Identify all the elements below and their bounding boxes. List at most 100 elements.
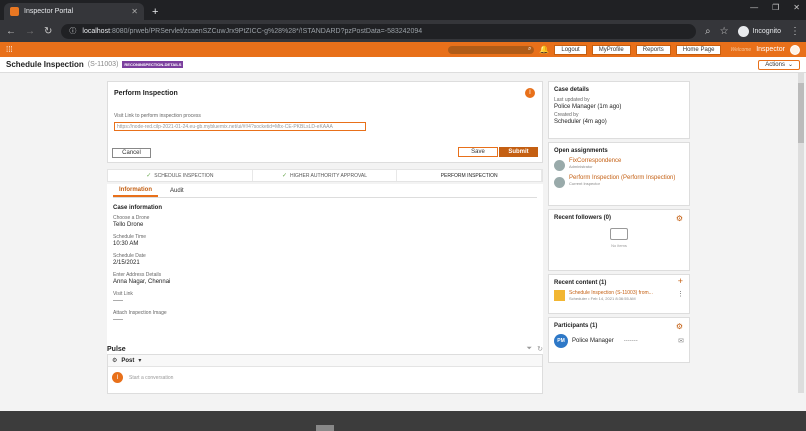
- scrollbar[interactable]: [798, 73, 804, 393]
- participant-role: -------: [623, 338, 638, 344]
- cancel-button[interactable]: Cancel: [112, 148, 151, 158]
- taskbar: [0, 411, 806, 431]
- stage-higher-authority-approval: ✓ HIGHER AUTHORITY APPROVAL: [253, 170, 398, 181]
- incognito-label: Incognito: [752, 27, 781, 35]
- search-input[interactable]: ⌕: [448, 45, 535, 54]
- followers-title: Recent followers (0): [554, 215, 612, 221]
- check-icon: ✓: [146, 173, 152, 179]
- gear-icon[interactable]: ⚙: [676, 322, 683, 331]
- case-header: Schedule Inspection (S-11003) RECONINSPE…: [0, 57, 806, 73]
- assignment-icon: [554, 177, 565, 188]
- close-tab-icon[interactable]: ✕: [131, 7, 138, 16]
- assignment-role: Current Inspector: [569, 181, 600, 186]
- home-page-button[interactable]: Home Page: [675, 44, 722, 55]
- add-icon[interactable]: +: [678, 276, 683, 286]
- assignment-role: Administrator: [569, 164, 593, 169]
- pulse-header: Pulse ⏷ ↻: [107, 345, 543, 353]
- tab-bar: Information Audit: [113, 184, 537, 198]
- refresh-icon[interactable]: ↻: [537, 345, 543, 353]
- save-button[interactable]: Save: [458, 147, 498, 157]
- user-avatar[interactable]: [790, 44, 800, 55]
- incognito-icon: [737, 25, 749, 37]
- field-value: Anna Nagar, Chennai: [113, 279, 171, 285]
- mail-icon[interactable]: ✉: [678, 337, 684, 345]
- close-window-icon[interactable]: ✕: [793, 3, 800, 12]
- updated-value: Police Manager (1m ago): [554, 104, 622, 110]
- forward-icon[interactable]: →: [25, 26, 35, 37]
- case-details-panel: Case details Last updated by Police Mana…: [548, 81, 690, 139]
- scrollbar-thumb[interactable]: [798, 83, 804, 143]
- welcome-text: Welcome: [730, 46, 752, 53]
- assignments-title: Open assignments: [554, 148, 608, 154]
- field-label: Choose a Drone: [113, 215, 150, 221]
- actions-button[interactable]: Actions ⌄: [758, 59, 800, 70]
- field-value: -----: [113, 298, 123, 304]
- star-icon[interactable]: ☆: [720, 26, 729, 37]
- reload-icon[interactable]: ↻: [44, 26, 52, 37]
- inbox-icon: [610, 228, 628, 240]
- maximize-icon[interactable]: ❐: [772, 3, 779, 12]
- user-name[interactable]: Inspector: [756, 46, 785, 53]
- field-value: 2/15/2021: [113, 260, 140, 266]
- assignment-icon: [554, 160, 565, 171]
- field-value: 10:30 AM: [113, 241, 139, 247]
- case-info-heading: Case information: [113, 205, 163, 211]
- assignee-avatar[interactable]: I: [525, 88, 535, 98]
- case-content: Information Audit Case information Choos…: [107, 184, 543, 358]
- stage-label: SCHEDULE INSPECTION: [154, 172, 214, 179]
- app-menu-icon[interactable]: ⁞⁞⁞: [6, 45, 13, 54]
- url-field[interactable]: ⓘ localhost:8080/prweb/PRServlet/zcaenSZ…: [61, 23, 696, 39]
- post-dropdown[interactable]: Post: [121, 358, 134, 364]
- participants-title: Participants (1): [554, 323, 598, 329]
- new-tab-button[interactable]: +: [152, 6, 158, 18]
- visit-link-label: Visit Link to perform inspection process: [114, 113, 201, 119]
- field-label: Attach Inspection Image: [113, 310, 167, 316]
- assignment-item[interactable]: Perform Inspection (Perform Inspection) C…: [554, 175, 684, 188]
- field-label: Enter Address Details: [113, 272, 162, 278]
- taskbar-item[interactable]: [316, 425, 334, 431]
- tab-information[interactable]: Information: [113, 187, 158, 197]
- more-icon[interactable]: ⋮: [677, 290, 684, 301]
- visit-link-field: Visit Link to perform inspection process…: [114, 113, 536, 131]
- assignment-item[interactable]: FixCorrespondence Administrator: [554, 158, 684, 171]
- menu-icon[interactable]: ⋮: [790, 26, 800, 37]
- bell-icon[interactable]: 🔔: [539, 45, 549, 54]
- gear-icon[interactable]: ⚙: [676, 214, 683, 223]
- conversation-input[interactable]: Start a conversation: [129, 375, 173, 381]
- search-icon: ⌕: [528, 46, 532, 52]
- case-details-title: Case details: [554, 87, 590, 93]
- tab-audit[interactable]: Audit: [170, 188, 184, 197]
- tab-title: Inspector Portal: [24, 8, 74, 15]
- url-host: localhost: [82, 27, 111, 35]
- field-value: Tello Drone: [113, 222, 144, 228]
- window-controls: — ❐ ✕: [750, 3, 800, 12]
- created-label: Created by: [554, 112, 579, 118]
- app-header: ⁞⁞⁞ ⌕ 🔔 Logout MyProfile Reports Home Pa…: [0, 42, 806, 57]
- submit-button[interactable]: Submit: [499, 147, 538, 157]
- field-label: Schedule Date: [113, 253, 146, 259]
- filter-icon[interactable]: ⏷: [527, 345, 533, 353]
- minimize-icon[interactable]: —: [750, 3, 758, 12]
- recent-item-meta: Scheduler • Feb 14, 2021 8:36:55 AM: [569, 296, 636, 301]
- recent-content-item[interactable]: Schedule Inspection (S-11003) from... Sch…: [554, 290, 684, 301]
- visit-link-input[interactable]: https://node-red.cilp-2021-01-24.eu-gb.m…: [114, 122, 366, 131]
- actions-label: Actions: [765, 61, 785, 68]
- url-path: :8080/prweb/PRServlet/zcaenSZCuwJrx9PtZI…: [110, 27, 423, 35]
- participants-panel: Participants (1) ⚙ PM Police Manager ---…: [548, 317, 690, 363]
- participant-name: Police Manager: [572, 338, 614, 344]
- status-badge: RECONINSPECTION-DETAILS: [122, 61, 184, 68]
- address-bar: ← → ↻ ⓘ localhost:8080/prweb/PRServlet/z…: [0, 20, 806, 42]
- settings-icon[interactable]: ⚙: [112, 357, 117, 364]
- perform-inspection-card: Perform Inspection I Visit Link to perfo…: [107, 81, 543, 163]
- search-icon[interactable]: ⌕: [705, 26, 711, 37]
- browser-tab[interactable]: Inspector Portal ✕: [4, 3, 144, 20]
- info-icon[interactable]: ⓘ: [69, 26, 76, 36]
- reports-button[interactable]: Reports: [635, 44, 671, 55]
- logout-button[interactable]: Logout: [554, 44, 587, 55]
- back-icon[interactable]: ←: [6, 26, 16, 37]
- perform-title: Perform Inspection: [114, 90, 178, 97]
- myprofile-button[interactable]: MyProfile: [591, 44, 631, 55]
- caret-down-icon[interactable]: ▾: [138, 357, 141, 364]
- incognito-indicator[interactable]: Incognito: [737, 25, 781, 37]
- recent-content-title: Recent content (1): [554, 280, 607, 286]
